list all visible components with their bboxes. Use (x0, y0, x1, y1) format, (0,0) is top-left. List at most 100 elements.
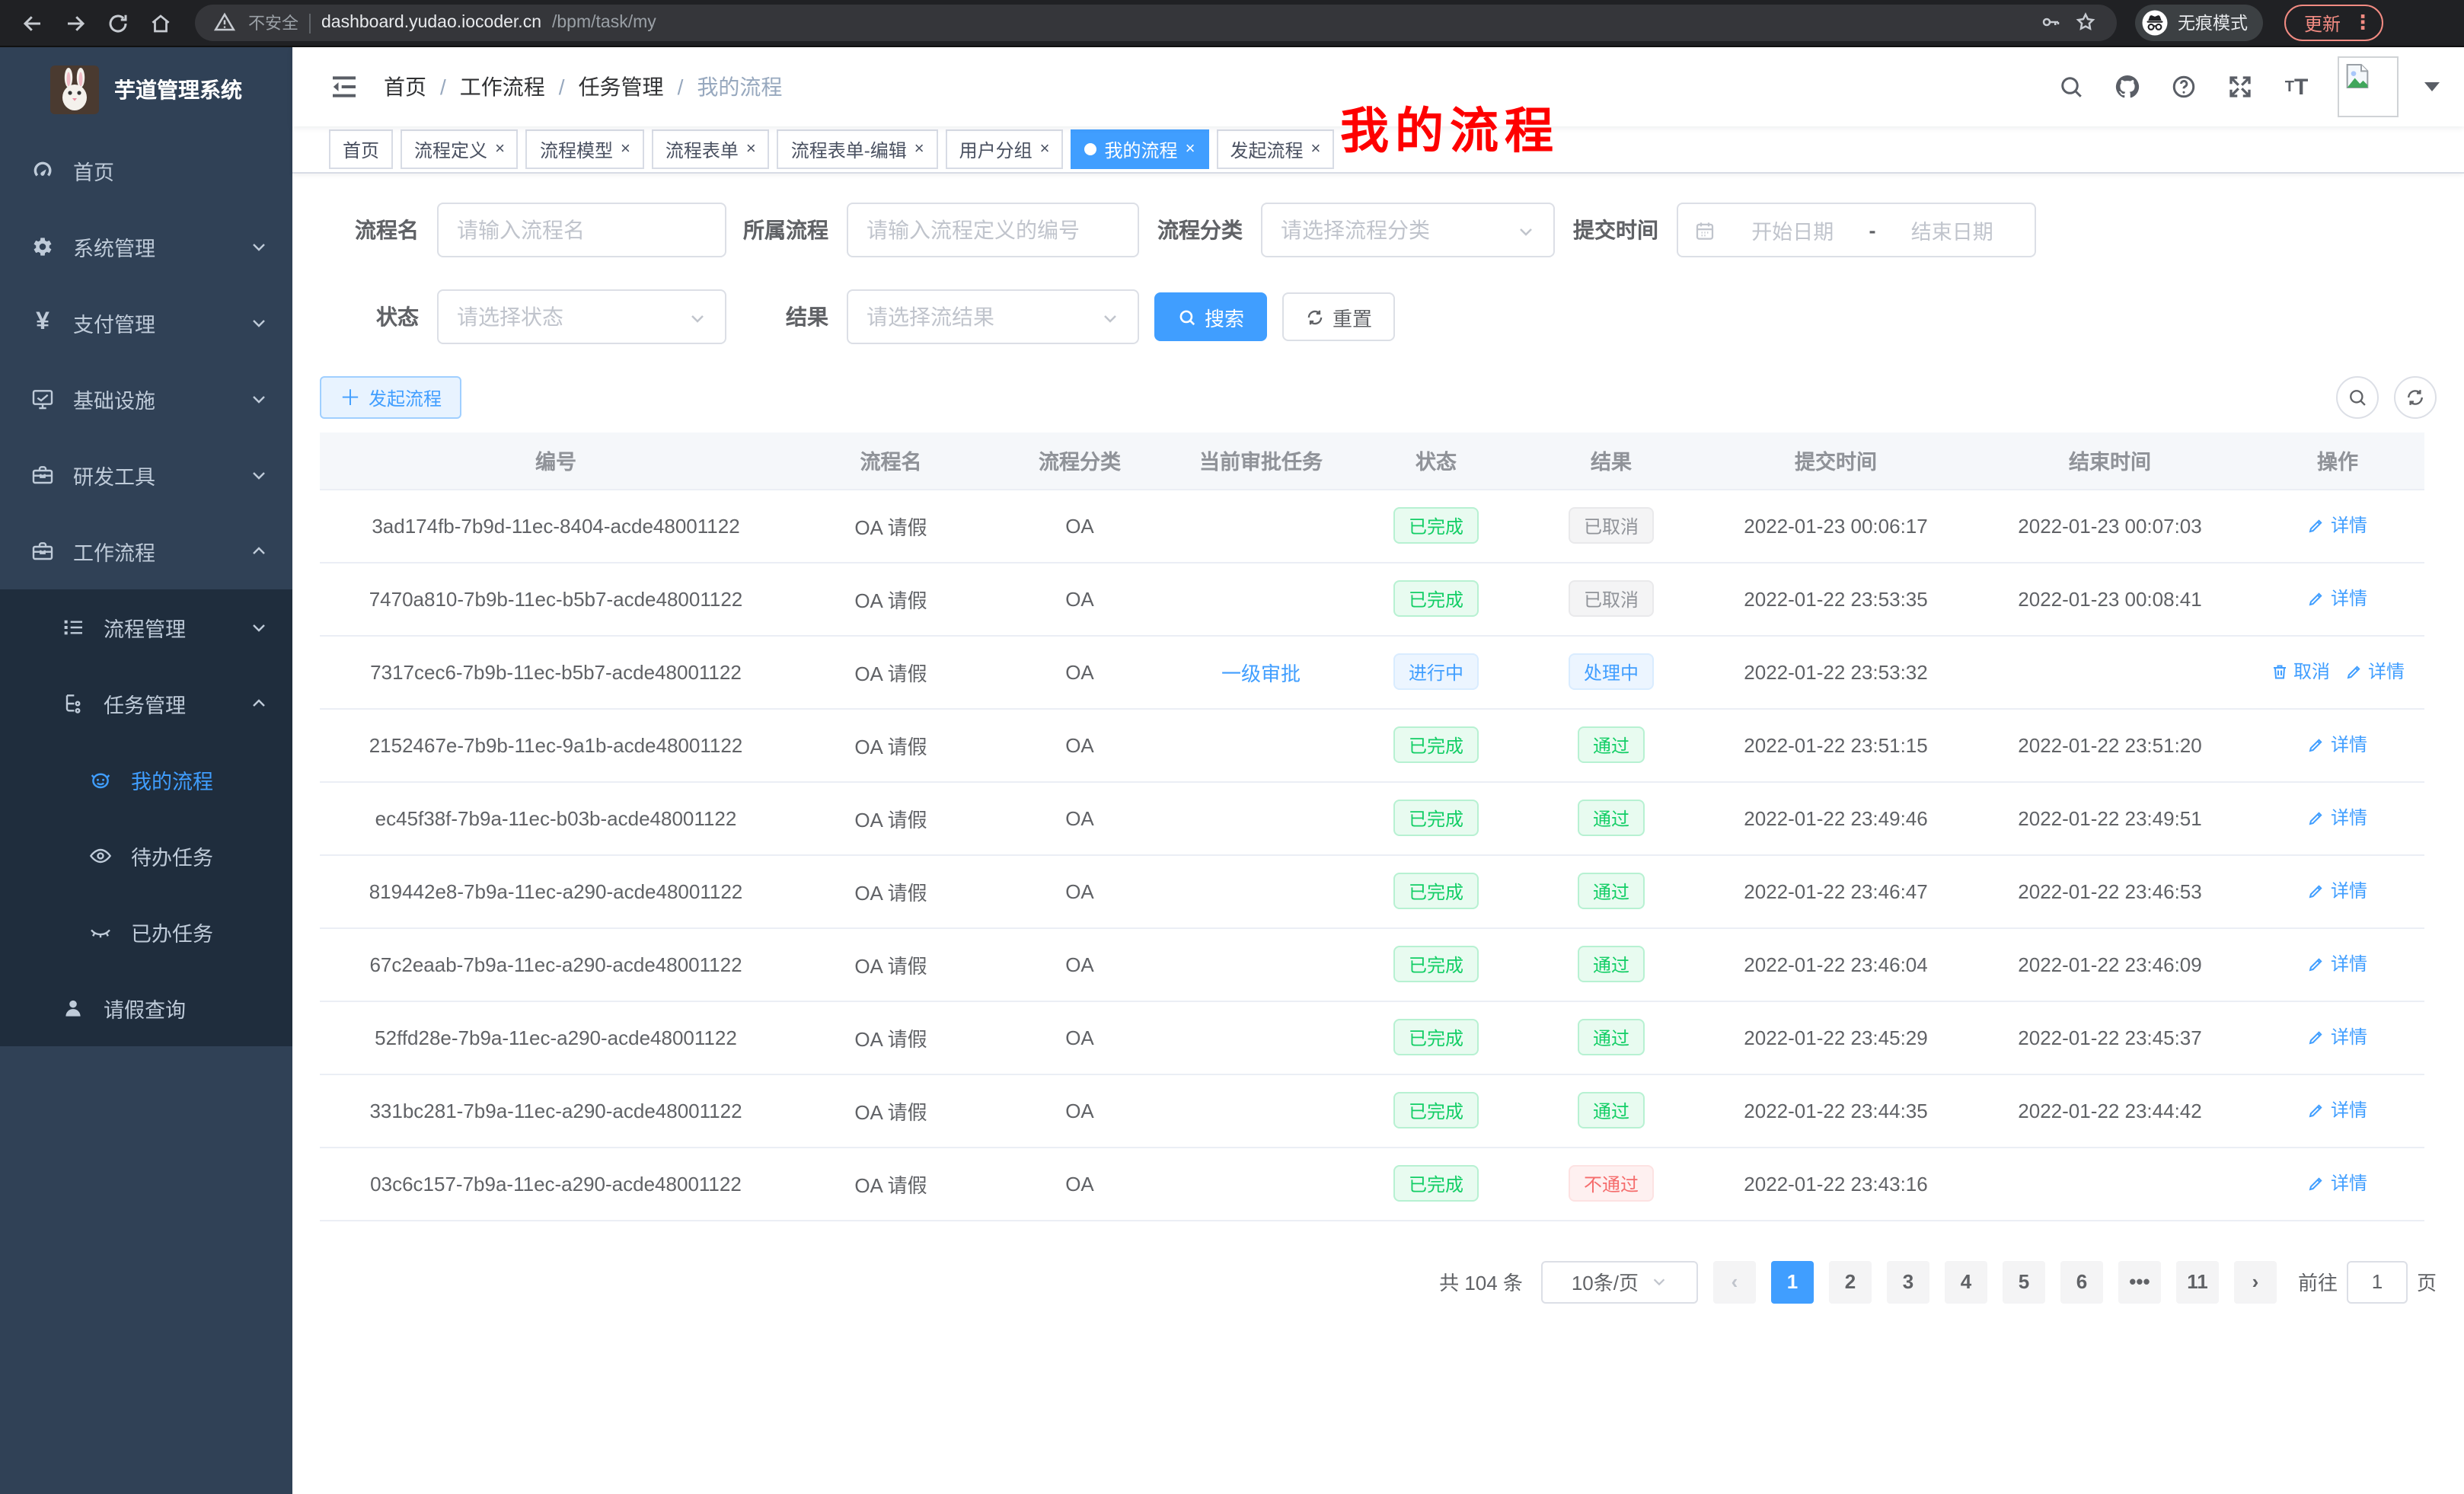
sidebar-item-system-management[interactable]: 系统管理 (0, 209, 292, 285)
sidebar-item-infrastructure[interactable]: 基础设施 (0, 361, 292, 437)
help-icon[interactable] (2169, 72, 2199, 102)
tab-item[interactable]: 流程表单-编辑× (777, 129, 938, 169)
detail-action[interactable]: 详情 (2308, 805, 2367, 831)
sidebar-item-workflow[interactable]: 工作流程 (0, 513, 292, 589)
refresh-table-button[interactable] (2394, 376, 2437, 419)
close-icon[interactable]: × (746, 141, 756, 158)
sidebar-item-task-management[interactable]: 任务管理 (0, 666, 292, 742)
detail-action[interactable]: 详情 (2308, 878, 2367, 904)
detail-action[interactable]: 详情 (2345, 659, 2405, 685)
sidebar-item-label: 研发工具 (73, 460, 155, 490)
close-icon[interactable]: × (1040, 141, 1050, 158)
address-bar[interactable]: 不安全 dashboard.yudao.iocoder.cn/bpm/task/… (195, 5, 2117, 41)
chevron-down-icon[interactable] (2424, 82, 2440, 91)
filter-label-status: 状态 (320, 302, 437, 332)
start-process-button[interactable]: ＋ 发起流程 (320, 376, 461, 419)
close-icon[interactable]: × (914, 141, 924, 158)
tab-item[interactable]: 流程定义× (401, 129, 519, 169)
sidebar-item-leave-query[interactable]: 请假查询 (0, 970, 292, 1046)
hamburger-icon[interactable] (329, 72, 359, 102)
sidebar-item-process-management[interactable]: 流程管理 (0, 589, 292, 666)
font-size-icon[interactable]: TT (2281, 72, 2312, 102)
detail-action[interactable]: 详情 (2308, 586, 2367, 611)
more-pages-button[interactable]: ••• (2118, 1260, 2161, 1303)
app-logo-row[interactable]: 芋道管理系统 (0, 47, 292, 132)
sidebar-item-dev-tools[interactable]: 研发工具 (0, 437, 292, 513)
breadcrumb-item-task-management[interactable]: 任务管理 (579, 72, 664, 102)
password-key-icon[interactable] (2039, 11, 2063, 35)
search-icon[interactable] (2056, 72, 2086, 102)
cell-process-name: OA 请假 (792, 854, 990, 927)
close-icon[interactable]: × (1310, 141, 1320, 158)
reload-button[interactable] (101, 6, 134, 40)
goto-page-input[interactable]: 1 (2347, 1260, 2408, 1303)
cell-status: 已完成 (1352, 781, 1520, 854)
sidebar-item-todo-tasks[interactable]: 待办任务 (0, 818, 292, 894)
tab-item[interactable]: 首页 (329, 129, 393, 169)
success-tag: 已完成 (1393, 580, 1479, 617)
tab-item[interactable]: 发起流程 × (1216, 129, 1334, 169)
tab-item[interactable]: 流程模型× (526, 129, 644, 169)
page-size-select[interactable]: 10条/页 (1541, 1260, 1698, 1303)
sidebar-item-home[interactable]: 首页 (0, 132, 292, 209)
process-definition-input[interactable]: 请输入流程定义的编号 (847, 203, 1139, 257)
task-link[interactable]: 一级审批 (1221, 662, 1301, 685)
user-icon (61, 996, 85, 1020)
reset-button[interactable]: 重置 (1282, 292, 1395, 341)
cell-category: OA (990, 854, 1170, 927)
back-button[interactable] (15, 6, 49, 40)
table-row: 67c2eaab-7b9a-11ec-a290-acde48001122OA 请… (320, 927, 2424, 1001)
sidebar-item-label: 基础设施 (73, 384, 155, 414)
avatar[interactable] (2338, 56, 2399, 117)
home-button[interactable] (143, 6, 177, 40)
tab-label: 发起流程 (1230, 136, 1303, 162)
detail-action[interactable]: 详情 (2308, 951, 2367, 977)
next-page-button[interactable]: › (2234, 1260, 2277, 1303)
breadcrumb-item-workflow[interactable]: 工作流程 (460, 72, 545, 102)
close-icon[interactable]: × (1186, 141, 1195, 158)
chevron-down-icon (250, 466, 268, 484)
page-button-2[interactable]: 2 (1829, 1260, 1872, 1303)
page-button-3[interactable]: 3 (1887, 1260, 1929, 1303)
page-button-6[interactable]: 6 (2060, 1260, 2103, 1303)
page-button-4[interactable]: 4 (1945, 1260, 1987, 1303)
close-icon[interactable]: × (621, 141, 630, 158)
detail-action[interactable]: 详情 (2308, 1024, 2367, 1050)
detail-action[interactable]: 详情 (2308, 512, 2367, 538)
tab-item[interactable]: 流程表单× (652, 129, 770, 169)
breadcrumb-item-home[interactable]: 首页 (384, 72, 426, 102)
page-button-5[interactable]: 5 (2003, 1260, 2045, 1303)
toggle-search-button[interactable] (2336, 376, 2379, 419)
close-icon[interactable]: × (495, 141, 505, 158)
success-tag: 通过 (1578, 1092, 1645, 1128)
fullscreen-icon[interactable] (2225, 72, 2255, 102)
cancel-action[interactable]: 取消 (2271, 659, 2330, 685)
chevron-down-icon (1651, 1273, 1668, 1290)
tab-item[interactable]: 用户分组× (946, 129, 1064, 169)
browser-menu-icon[interactable]: ⋮ (2353, 11, 2373, 35)
bookmark-star-icon[interactable] (2074, 11, 2099, 35)
tab-item[interactable]: 我的流程× (1071, 129, 1209, 169)
submit-time-daterange[interactable]: 开始日期 - 结束日期 (1677, 203, 2036, 257)
process-category-select[interactable]: 请选择流程分类 (1261, 203, 1555, 257)
browser-update-button[interactable]: 更新 ⋮ (2284, 5, 2383, 41)
sidebar-item-payment-management[interactable]: ¥支付管理 (0, 285, 292, 361)
detail-action[interactable]: 详情 (2308, 1097, 2367, 1123)
warning-icon[interactable] (213, 11, 238, 35)
app-logo (50, 65, 99, 114)
result-select[interactable]: 请选择流结果 (847, 289, 1139, 344)
page-button-1[interactable]: 1 (1771, 1260, 1814, 1303)
search-button[interactable]: 搜索 (1154, 292, 1267, 341)
sidebar-item-my-process[interactable]: 我的流程 (0, 742, 292, 818)
page-button-11[interactable]: 11 (2176, 1260, 2219, 1303)
forward-button[interactable] (58, 6, 91, 40)
detail-action[interactable]: 详情 (2308, 1170, 2367, 1196)
sidebar-item-done-tasks[interactable]: 已办任务 (0, 894, 292, 970)
github-icon[interactable] (2112, 72, 2143, 102)
edit-icon (2308, 809, 2326, 827)
status-select[interactable]: 请选择状态 (437, 289, 726, 344)
detail-action[interactable]: 详情 (2308, 732, 2367, 758)
cell-current-task (1170, 708, 1352, 781)
prev-page-button[interactable]: ‹ (1713, 1260, 1756, 1303)
process-name-input[interactable]: 请输入流程名 (437, 203, 726, 257)
